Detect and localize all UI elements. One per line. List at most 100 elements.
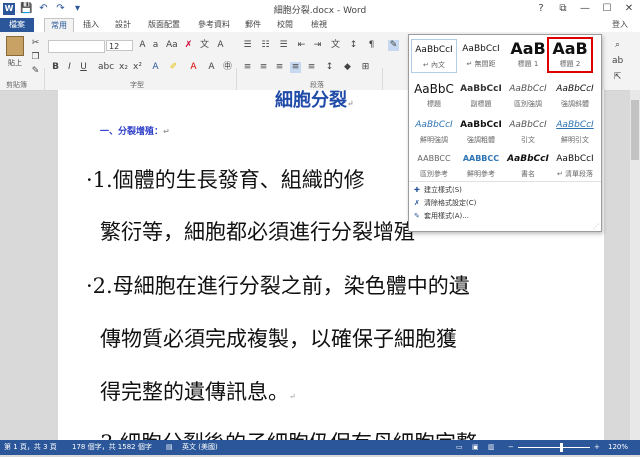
- multilevel-list-icon[interactable]: ☰: [278, 40, 289, 51]
- tab-mailings[interactable]: 郵件: [240, 18, 266, 32]
- zoom-in-icon[interactable]: +: [594, 440, 600, 455]
- style-list-paragraph[interactable]: AaBbCcI ↵ 清單段落: [552, 149, 598, 183]
- character-shading-icon[interactable]: A: [206, 62, 217, 73]
- style-book-title[interactable]: AaBbCcI 書名: [505, 149, 551, 183]
- styles-pane-icon[interactable]: ✎: [388, 40, 399, 51]
- language-indicator[interactable]: 英文 (美國): [182, 440, 218, 455]
- clear-formatting-icon[interactable]: ✗: [183, 40, 194, 51]
- scrollbar-thumb[interactable]: [631, 100, 639, 160]
- style-heading-2[interactable]: AaB 標題 2: [547, 37, 593, 73]
- superscript-icon[interactable]: x²: [132, 62, 143, 73]
- paste-label: 貼上: [8, 59, 22, 67]
- chinese-layout-icon[interactable]: 文: [330, 40, 341, 51]
- underline-button[interactable]: U: [78, 62, 89, 73]
- proofing-icon[interactable]: ▤: [166, 440, 173, 455]
- shading-icon[interactable]: ◆: [342, 62, 353, 73]
- print-layout-icon[interactable]: ▣: [472, 440, 479, 455]
- zoom-out-icon[interactable]: −: [508, 440, 514, 455]
- sign-in-link[interactable]: 登入: [612, 18, 628, 32]
- minimize-button[interactable]: —: [574, 0, 596, 18]
- style-subtitle[interactable]: AaBbCcI 副標題: [458, 79, 504, 113]
- shrink-font-icon[interactable]: a: [150, 40, 161, 51]
- borders-icon[interactable]: ⊞: [360, 62, 371, 73]
- word-count[interactable]: 178 個字，共 1582 個字: [72, 440, 152, 455]
- tab-design[interactable]: 設計: [110, 18, 136, 32]
- show-marks-icon[interactable]: ¶: [366, 40, 377, 51]
- copy-icon[interactable]: ❐: [30, 52, 41, 63]
- tab-references[interactable]: 參考資料: [192, 18, 236, 32]
- style-intense-quote[interactable]: AaBbCcI 鮮明引文: [552, 115, 598, 149]
- tab-review[interactable]: 校閱: [272, 18, 298, 32]
- enclose-characters-icon[interactable]: ㊥: [222, 62, 233, 73]
- create-style-command[interactable]: ✚ 建立樣式(S): [414, 185, 462, 195]
- highlight-icon[interactable]: ✐: [168, 62, 179, 73]
- zoom-level[interactable]: 120%: [608, 440, 628, 455]
- document-line[interactable]: ·1.個體的生長發育、組織的修: [86, 164, 365, 194]
- style-intense-emphasis[interactable]: AaBbCcI 鮮明強調: [411, 115, 457, 149]
- font-name-box[interactable]: [48, 40, 105, 53]
- tab-home[interactable]: 常用: [44, 18, 74, 32]
- tab-file[interactable]: 檔案: [0, 18, 34, 32]
- center-icon[interactable]: ≡: [258, 62, 269, 73]
- style-subtle-emphasis[interactable]: AaBbCcI 區別強調: [505, 79, 551, 113]
- style-no-spacing[interactable]: AaBbCcI ↵ 無間距: [458, 39, 504, 73]
- bold-button[interactable]: B: [50, 62, 61, 73]
- style-normal[interactable]: AaBbCcI ↵ 內文: [411, 39, 457, 73]
- web-layout-icon[interactable]: ▥: [488, 440, 495, 455]
- bullets-icon[interactable]: ☰: [242, 40, 253, 51]
- help-button[interactable]: ?: [530, 0, 552, 18]
- increase-indent-icon[interactable]: ⇥: [312, 40, 323, 51]
- style-subtle-reference[interactable]: AABBCC 區別參考: [411, 149, 457, 183]
- justify-icon[interactable]: ≡: [290, 62, 301, 73]
- paste-button[interactable]: 貼上: [4, 36, 26, 67]
- document-subheading[interactable]: 一、分裂增殖：↵: [100, 124, 170, 137]
- character-border-icon[interactable]: A: [215, 40, 226, 51]
- resize-grip-icon[interactable]: ⋰: [593, 223, 599, 230]
- style-strong[interactable]: AaBbCcI 強調粗體: [458, 115, 504, 149]
- distributed-icon[interactable]: ≡: [306, 62, 317, 73]
- cut-icon[interactable]: ✂: [30, 38, 41, 49]
- strikethrough-icon[interactable]: abc: [98, 62, 114, 73]
- tab-insert[interactable]: 插入: [78, 18, 104, 32]
- font-color-icon[interactable]: A: [188, 62, 199, 73]
- align-left-icon[interactable]: ≡: [242, 62, 253, 73]
- phonetic-guide-icon[interactable]: 文: [199, 40, 210, 51]
- style-title[interactable]: AaBbC 標題: [411, 79, 457, 113]
- zoom-slider[interactable]: [518, 447, 590, 448]
- style-emphasis[interactable]: AaBbCcI 強調斜體: [552, 79, 598, 113]
- select-icon[interactable]: ⇱: [612, 72, 623, 83]
- style-intense-reference[interactable]: AABBCC 鮮明參考: [458, 149, 504, 183]
- ribbon-display-button[interactable]: ⧉: [552, 0, 574, 18]
- maximize-button[interactable]: ☐: [596, 0, 618, 18]
- font-size-box[interactable]: 12: [106, 40, 133, 51]
- sort-icon[interactable]: ↕: [348, 40, 359, 51]
- subscript-icon[interactable]: x₂: [118, 62, 129, 73]
- tab-view[interactable]: 檢視: [306, 18, 332, 32]
- document-heading[interactable]: 細胞分裂↵: [275, 86, 354, 112]
- document-line[interactable]: ·2.母細胞在進行分裂之前，染色體中的遺: [86, 270, 470, 300]
- document-line[interactable]: 傳物質必須完成複製，以確保子細胞獲: [100, 323, 457, 353]
- text-effects-icon[interactable]: A: [150, 62, 161, 73]
- apply-styles-command[interactable]: ✎ 套用樣式(A)...: [414, 211, 469, 221]
- line-spacing-icon[interactable]: ↕: [324, 62, 335, 73]
- style-quote[interactable]: AaBbCcI 引文: [505, 115, 551, 149]
- zoom-slider-handle[interactable]: [560, 443, 563, 452]
- italic-button[interactable]: I: [64, 62, 75, 73]
- find-icon[interactable]: ⌕: [612, 40, 623, 51]
- format-painter-icon[interactable]: ✎: [30, 66, 41, 77]
- numbering-icon[interactable]: ☷: [260, 40, 271, 51]
- read-mode-icon[interactable]: ▭: [456, 440, 463, 455]
- change-case-icon[interactable]: Aa: [166, 40, 178, 51]
- style-heading-1[interactable]: AaB 標題 1: [505, 39, 551, 73]
- tab-layout[interactable]: 版面配置: [142, 18, 186, 32]
- clear-formatting-command[interactable]: ✗ 清除格式設定(C): [414, 198, 476, 208]
- document-line[interactable]: 繁衍等，細胞都必須進行分裂增殖: [100, 216, 415, 246]
- page-count[interactable]: 第 1 頁，共 3 頁: [4, 440, 57, 455]
- align-right-icon[interactable]: ≡: [274, 62, 285, 73]
- decrease-indent-icon[interactable]: ⇤: [296, 40, 307, 51]
- style-sample: AaBbC: [414, 82, 454, 96]
- grow-font-icon[interactable]: A: [137, 40, 148, 51]
- replace-icon[interactable]: ab: [612, 56, 623, 67]
- close-button[interactable]: ✕: [618, 0, 640, 18]
- document-line[interactable]: 得完整的遺傳訊息。↵: [100, 376, 296, 406]
